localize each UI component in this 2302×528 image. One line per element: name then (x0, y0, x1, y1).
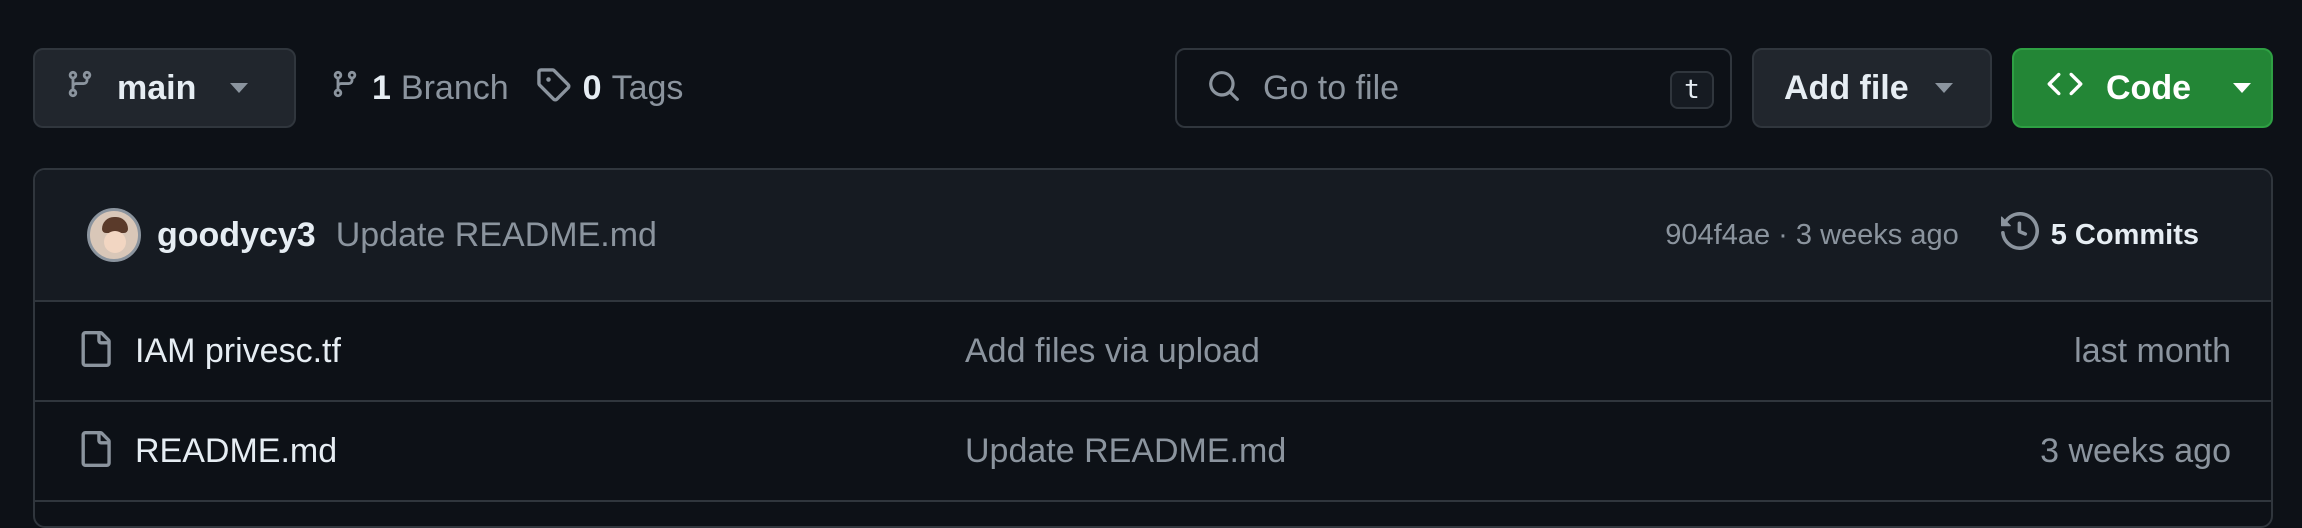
file-commit-message[interactable]: Add files via upload (965, 332, 1260, 371)
git-branch-icon (65, 66, 95, 111)
chevron-down-icon (230, 83, 249, 93)
commit-hash-and-time[interactable]: 904f4ae · 3 weeks ago (1665, 219, 1958, 252)
keyboard-shortcut-hint: t (1670, 71, 1714, 109)
branches-link[interactable]: 1 Branch (330, 66, 509, 111)
file-icon (77, 329, 113, 374)
chevron-down-icon (1934, 83, 1953, 93)
search-icon (1207, 69, 1241, 108)
commit-author[interactable]: goodycy3 (157, 216, 316, 255)
history-icon (2000, 211, 2039, 258)
tags-label: Tags (611, 68, 684, 107)
code-icon (2046, 66, 2084, 111)
branch-name: main (117, 68, 197, 107)
add-file-button[interactable]: Add file (1752, 48, 1992, 128)
avatar[interactable] (87, 208, 141, 262)
tag-icon (535, 66, 571, 111)
branches-label: Branch (400, 68, 509, 107)
tags-count: 0 (582, 68, 602, 107)
chevron-down-icon (2233, 83, 2251, 93)
code-label: Code (2106, 68, 2191, 107)
table-row[interactable]: IAM privesc.tf Add files via upload last… (35, 302, 2271, 402)
table-row[interactable]: README.md Update README.md 3 weeks ago (35, 402, 2271, 502)
file-browser: goodycy3 Update README.md 904f4ae · 3 we… (33, 168, 2273, 528)
tags-link[interactable]: 0 Tags (535, 66, 684, 111)
repo-toolbar: main 1 Branch 0 Tags Go to file t Add fi… (33, 48, 2273, 128)
commits-count-label: 5 Commits (2050, 218, 2199, 251)
commit-message[interactable]: Update README.md (336, 216, 657, 255)
git-branch-icon (330, 66, 360, 111)
branch-selector-button[interactable]: main (33, 48, 296, 128)
branches-count: 1 (372, 68, 391, 107)
search-placeholder: Go to file (1263, 68, 1400, 107)
code-button[interactable]: Code (2012, 48, 2273, 128)
latest-commit-row: goodycy3 Update README.md 904f4ae · 3 we… (35, 170, 2271, 302)
file-commit-time: 3 weeks ago (2040, 431, 2231, 470)
file-commit-time: last month (2074, 331, 2231, 370)
file-commit-message[interactable]: Update README.md (965, 432, 1286, 471)
go-to-file-input[interactable]: Go to file t (1175, 48, 1732, 128)
add-file-label: Add file (1784, 68, 1909, 107)
file-name[interactable]: README.md (135, 432, 965, 471)
file-icon (77, 429, 113, 474)
commits-history-link[interactable]: 5 Commits (2000, 211, 2199, 258)
file-name[interactable]: IAM privesc.tf (135, 332, 965, 371)
